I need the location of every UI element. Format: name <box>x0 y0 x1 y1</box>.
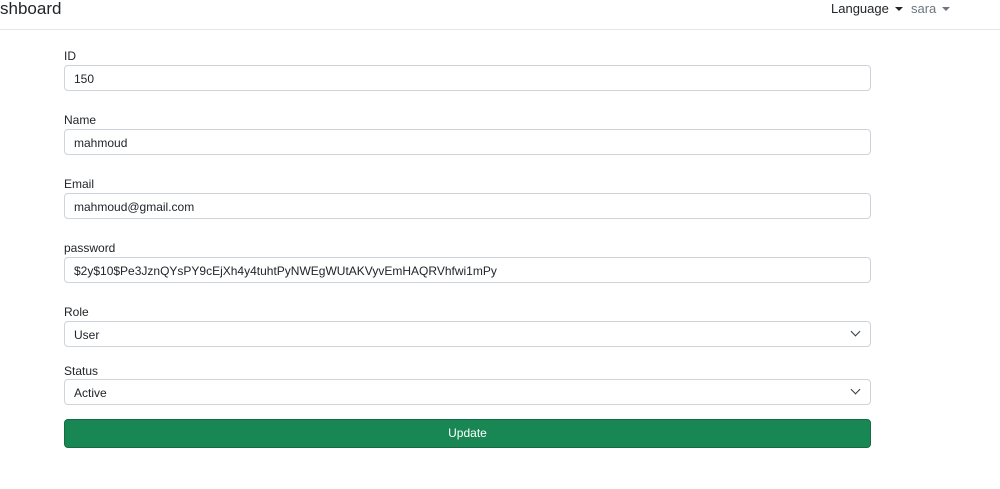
password-field[interactable]: $2y$10$Pe3JznQYsPY9cEjXh4y4tuhtPyNWEgWUt… <box>64 257 871 283</box>
name-label: Name <box>64 113 97 127</box>
role-select[interactable]: User <box>64 321 871 347</box>
user-dropdown[interactable]: sara <box>911 0 951 18</box>
brand-title[interactable]: shboard <box>0 0 61 20</box>
chevron-down-icon <box>850 326 861 337</box>
top-navbar: shboard Language sara <box>0 0 1000 30</box>
role-label: Role <box>64 305 89 319</box>
user-label: sara <box>911 1 937 16</box>
id-field[interactable]: 150 <box>64 65 871 91</box>
password-value: $2y$10$Pe3JznQYsPY9cEjXh4y4tuhtPyNWEgWUt… <box>74 264 497 278</box>
status-label: Status <box>64 364 99 378</box>
email-value: mahmoud@gmail.com <box>74 200 195 214</box>
id-label: ID <box>64 49 76 63</box>
caret-down-icon <box>942 7 951 11</box>
update-button[interactable]: Update <box>64 419 871 448</box>
status-select[interactable]: Active <box>64 379 871 405</box>
status-selected-value: Active <box>74 386 107 400</box>
id-value: 150 <box>74 72 95 86</box>
caret-down-icon <box>894 7 903 11</box>
role-selected-value: User <box>74 328 100 342</box>
email-field[interactable]: mahmoud@gmail.com <box>64 193 871 219</box>
chevron-down-icon <box>850 384 861 395</box>
language-label: Language <box>831 1 889 16</box>
password-label: password <box>64 241 116 255</box>
name-field[interactable]: mahmoud <box>64 129 871 155</box>
language-dropdown[interactable]: Language <box>831 0 903 18</box>
email-label: Email <box>64 177 95 191</box>
name-value: mahmoud <box>74 136 128 150</box>
